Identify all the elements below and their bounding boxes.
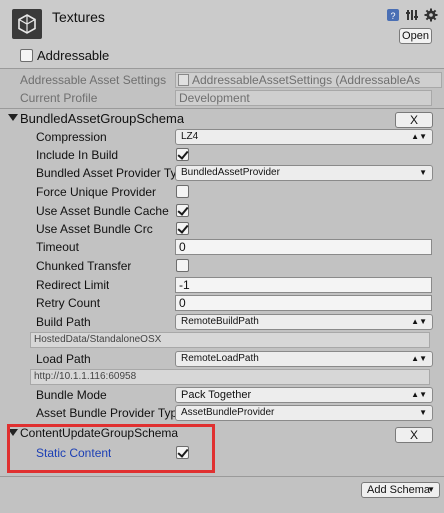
compression-row: Compression LZ4 ▲▼ (0, 128, 444, 146)
current-profile-field[interactable]: Development (175, 90, 432, 106)
bundle-provider-row: Asset Bundle Provider Typ AssetBundlePro… (0, 404, 444, 422)
asset-settings-field[interactable]: AddressableAssetSettings (AddressableAs (175, 72, 442, 88)
provider-type-value: BundledAssetProvider (181, 167, 280, 178)
unity-cube-icon (12, 9, 42, 39)
divider (0, 476, 444, 477)
asset-title: Textures (52, 9, 105, 25)
build-path-value: RemoteBuildPath (181, 316, 259, 327)
updown-arrow-icon: ▲▼ (411, 390, 427, 399)
inspector-header: Textures ? Open Addressable (0, 0, 444, 68)
bundle-provider-value: AssetBundleProvider (181, 407, 275, 418)
divider (0, 108, 444, 109)
timeout-row: Timeout 0 (0, 238, 444, 256)
bundle-provider-label: Asset Bundle Provider Typ (36, 406, 175, 420)
add-schema-label: Add Schema (367, 484, 430, 496)
retry-input[interactable]: 0 (175, 295, 432, 311)
build-path-label: Build Path (36, 315, 91, 329)
include-in-build-label: Include In Build (36, 148, 119, 162)
use-cache-checkbox[interactable] (176, 204, 189, 217)
use-cache-label: Use Asset Bundle Cache (36, 204, 169, 218)
include-in-build-checkbox[interactable] (176, 148, 189, 161)
bundle-mode-label: Bundle Mode (36, 388, 107, 402)
bundled-schema-title: BundledAssetGroupSchema (20, 111, 185, 126)
asset-settings-row: Addressable Asset Settings AddressableAs… (0, 71, 444, 89)
redirect-label: Redirect Limit (36, 278, 110, 292)
chunked-checkbox[interactable] (176, 259, 189, 272)
compression-dropdown[interactable]: LZ4 ▲▼ (175, 129, 433, 145)
timeout-label: Timeout (36, 240, 79, 254)
force-unique-row: Force Unique Provider (0, 183, 444, 201)
load-path-value: RemoteLoadPath (181, 353, 259, 364)
remove-bundled-schema-button[interactable]: X (395, 112, 433, 128)
build-path-row: Build Path RemoteBuildPath ▲▼ (0, 313, 444, 331)
scriptable-object-icon (178, 74, 189, 86)
use-crc-row: Use Asset Bundle Crc (0, 220, 444, 238)
load-path-resolved: http://10.1.1.116:60958 (30, 369, 430, 385)
updown-arrow-icon: ▲▼ (411, 132, 427, 141)
asset-settings-label: Addressable Asset Settings (20, 73, 167, 87)
current-profile-label: Current Profile (20, 91, 98, 105)
svg-text:?: ? (390, 11, 395, 21)
retry-label: Retry Count (36, 296, 101, 310)
retry-row: Retry Count 0 (0, 294, 444, 312)
dropdown-arrow-icon: ▼ (419, 168, 427, 177)
highlight-annotation-box (7, 424, 215, 473)
updown-arrow-icon: ▲▼ (411, 317, 427, 326)
use-cache-row: Use Asset Bundle Cache (0, 202, 444, 220)
open-button[interactable]: Open (399, 28, 432, 44)
updown-arrow-icon: ▲▼ (411, 354, 427, 363)
preset-sliders-icon[interactable] (405, 8, 419, 22)
force-unique-checkbox[interactable] (176, 185, 189, 198)
timeout-input[interactable]: 0 (175, 239, 432, 255)
help-book-icon[interactable]: ? (386, 8, 400, 22)
foldout-arrow-icon[interactable] (8, 114, 18, 121)
addressable-checkbox[interactable] (20, 49, 33, 62)
compression-value: LZ4 (181, 131, 199, 142)
load-path-row: Load Path RemoteLoadPath ▲▼ (0, 350, 444, 368)
current-profile-row: Current Profile Development (0, 89, 444, 107)
redirect-input[interactable]: -1 (175, 277, 432, 293)
bundle-provider-dropdown[interactable]: AssetBundleProvider ▼ (175, 405, 433, 421)
provider-type-label: Bundled Asset Provider Ty (36, 166, 175, 180)
bundle-mode-value: Pack Together (181, 389, 252, 401)
provider-type-dropdown[interactable]: BundledAssetProvider ▼ (175, 165, 433, 181)
build-path-dropdown[interactable]: RemoteBuildPath ▲▼ (175, 314, 433, 330)
load-path-dropdown[interactable]: RemoteLoadPath ▲▼ (175, 351, 433, 367)
force-unique-label: Force Unique Provider (36, 185, 157, 199)
include-in-build-row: Include In Build (0, 146, 444, 164)
bundle-mode-row: Bundle Mode Pack Together ▲▼ (0, 386, 444, 404)
addressable-label: Addressable (37, 48, 110, 63)
redirect-row: Redirect Limit -1 (0, 276, 444, 294)
bundled-schema-header[interactable]: BundledAssetGroupSchema X (0, 110, 444, 129)
remove-content-update-schema-button[interactable]: X (395, 427, 433, 443)
chunked-label: Chunked Transfer (36, 259, 132, 273)
use-crc-checkbox[interactable] (176, 222, 189, 235)
load-path-label: Load Path (36, 352, 91, 366)
chunked-row: Chunked Transfer (0, 257, 444, 275)
add-schema-button[interactable]: Add Schema ▼ (361, 482, 440, 498)
dropdown-arrow-icon: ▼ (419, 408, 427, 417)
asset-settings-value: AddressableAssetSettings (AddressableAs (192, 73, 421, 87)
compression-label: Compression (36, 130, 107, 144)
build-path-resolved: HostedData/StandaloneOSX (30, 332, 430, 348)
gear-icon[interactable] (424, 8, 438, 22)
divider (0, 68, 444, 69)
provider-type-row: Bundled Asset Provider Ty BundledAssetPr… (0, 164, 444, 182)
use-crc-label: Use Asset Bundle Crc (36, 222, 153, 236)
dropdown-arrow-icon: ▼ (427, 485, 435, 494)
bundle-mode-dropdown[interactable]: Pack Together ▲▼ (175, 387, 433, 403)
